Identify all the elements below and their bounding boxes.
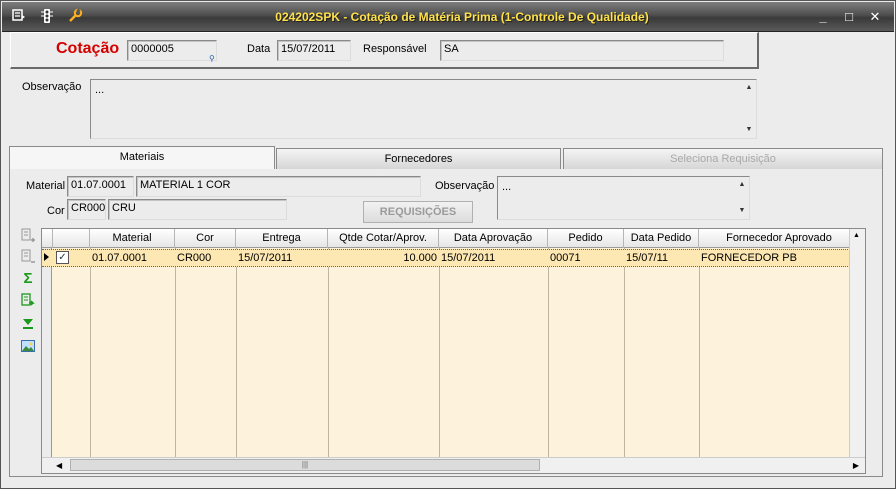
cell-fornecedor[interactable]: FORNECEDOR PB xyxy=(699,250,860,266)
cell-data-aprovacao[interactable]: 15/07/2011 xyxy=(439,250,548,266)
responsavel-field[interactable]: SA xyxy=(440,40,724,61)
scroll-up-icon[interactable]: ▲ xyxy=(742,82,756,94)
export-icon[interactable] xyxy=(19,293,37,309)
add-row-icon[interactable] xyxy=(19,228,37,244)
column-divider xyxy=(624,248,625,457)
tab-seleciona-requisicao-label: Seleciona Requisição xyxy=(670,153,776,165)
grid-horizontal-scrollbar[interactable]: ◀ ||| ▶ xyxy=(42,457,865,473)
tab-materiais-label: Materiais xyxy=(119,151,165,163)
cell-cor[interactable]: CR000 xyxy=(175,250,236,266)
requisicoes-button[interactable]: REQUISIÇÕES xyxy=(363,201,473,223)
row-indicator-column xyxy=(42,248,52,457)
material-label: Material xyxy=(26,180,66,192)
cell-qtde[interactable]: 10.000 xyxy=(328,250,439,266)
material-name-field[interactable]: MATERIAL 1 COR xyxy=(136,176,421,197)
cotacao-field[interactable]: 0000005 xyxy=(127,40,217,61)
scroll-thumb[interactable]: ||| xyxy=(70,459,540,471)
download-icon[interactable] xyxy=(19,316,37,332)
cor-code-field[interactable]: CR000 xyxy=(67,199,106,220)
grid-vertical-scrollbar[interactable]: ▲ xyxy=(849,229,865,457)
image-icon[interactable] xyxy=(19,338,37,354)
material-observacao-textarea[interactable]: ... ▲ ▼ xyxy=(497,176,750,220)
maximize-button[interactable]: □ xyxy=(838,8,860,26)
col-header-pedido[interactable]: Pedido xyxy=(548,229,624,248)
search-icon[interactable]: ⚲ xyxy=(209,54,215,63)
scroll-left-icon[interactable]: ◀ xyxy=(56,461,62,470)
scroll-right-icon[interactable]: ▶ xyxy=(853,461,859,470)
grid-header: Material Cor Entrega Qtde Cotar/Aprov. D… xyxy=(42,229,865,248)
cell-material[interactable]: 01.07.0001 xyxy=(90,250,175,266)
cotacao-label: Cotação xyxy=(56,40,120,57)
column-divider xyxy=(699,248,700,457)
remove-row-icon[interactable] xyxy=(19,249,37,265)
title-bar[interactable]: 024202SPK - Cotação de Matéria Prima (1-… xyxy=(2,2,894,32)
observacao-textarea[interactable]: ... ▲ ▼ xyxy=(90,79,757,139)
data-label: Data xyxy=(247,43,271,55)
material-observacao-scrollbar[interactable]: ▲ ▼ xyxy=(735,177,749,219)
table-row[interactable]: ✓ 01.07.0001 CR000 15/07/2011 10.000 15/… xyxy=(42,249,860,267)
scroll-up-icon[interactable]: ▲ xyxy=(735,179,749,191)
responsavel-label: Responsável xyxy=(363,43,427,55)
materials-grid: Material Cor Entrega Qtde Cotar/Aprov. D… xyxy=(41,228,866,474)
observacao-scrollbar[interactable]: ▲ ▼ xyxy=(742,80,756,138)
row-checkbox[interactable]: ✓ xyxy=(56,251,69,264)
sum-icon[interactable]: Σ xyxy=(19,271,37,287)
cor-name-field[interactable]: CRU xyxy=(108,199,287,220)
column-divider xyxy=(175,248,176,457)
column-divider xyxy=(236,248,237,457)
window-title: 024202SPK - Cotação de Matéria Prima (1-… xyxy=(275,10,649,24)
column-divider xyxy=(90,248,91,457)
current-row-arrow-icon xyxy=(44,253,49,261)
main-window: 024202SPK - Cotação de Matéria Prima (1-… xyxy=(0,0,896,489)
tab-fornecedores-label: Fornecedores xyxy=(384,153,453,165)
material-code-field[interactable]: 01.07.0001 xyxy=(67,176,134,197)
cell-entrega[interactable]: 15/07/2011 xyxy=(236,250,328,266)
indicator-header xyxy=(42,229,53,248)
data-field[interactable]: 15/07/2011 xyxy=(277,40,351,61)
check-header xyxy=(53,229,90,248)
material-observacao-label: Observação xyxy=(435,180,495,192)
col-header-qtde[interactable]: Qtde Cotar/Aprov. xyxy=(328,229,439,248)
column-divider xyxy=(439,248,440,457)
minimize-button[interactable]: _ xyxy=(812,8,834,26)
header-panel: Cotação 0000005 ⚲ Data 15/07/2011 Respon… xyxy=(10,32,759,69)
column-divider xyxy=(548,248,549,457)
material-observacao-text: ... xyxy=(502,181,512,193)
scroll-down-icon[interactable]: ▼ xyxy=(735,205,749,217)
cell-data-pedido[interactable]: 15/07/11 xyxy=(624,250,699,266)
scroll-up-icon[interactable]: ▲ xyxy=(853,232,860,239)
traffic-light-icon[interactable] xyxy=(38,8,56,26)
col-header-material[interactable]: Material xyxy=(90,229,175,248)
observacao-text: ... xyxy=(95,84,105,96)
col-header-data-aprovacao[interactable]: Data Aprovação xyxy=(439,229,548,248)
close-button[interactable]: ✕ xyxy=(864,8,886,26)
scroll-down-icon[interactable]: ▼ xyxy=(742,124,756,136)
col-header-cor[interactable]: Cor xyxy=(175,229,236,248)
menu-icon[interactable] xyxy=(10,8,28,26)
tab-seleciona-requisicao[interactable]: Seleciona Requisição xyxy=(563,148,883,170)
cell-pedido[interactable]: 00071 xyxy=(548,250,624,266)
wrench-icon[interactable] xyxy=(66,8,84,26)
cor-label: Cor xyxy=(47,205,65,217)
tab-materiais[interactable]: Materiais xyxy=(9,146,275,170)
column-divider xyxy=(328,248,329,457)
col-header-fornecedor[interactable]: Fornecedor Aprovado xyxy=(699,229,860,248)
col-header-data-pedido[interactable]: Data Pedido xyxy=(624,229,699,248)
observacao-label: Observação xyxy=(22,81,82,93)
col-header-entrega[interactable]: Entrega xyxy=(236,229,328,248)
tab-fornecedores[interactable]: Fornecedores xyxy=(276,148,561,170)
